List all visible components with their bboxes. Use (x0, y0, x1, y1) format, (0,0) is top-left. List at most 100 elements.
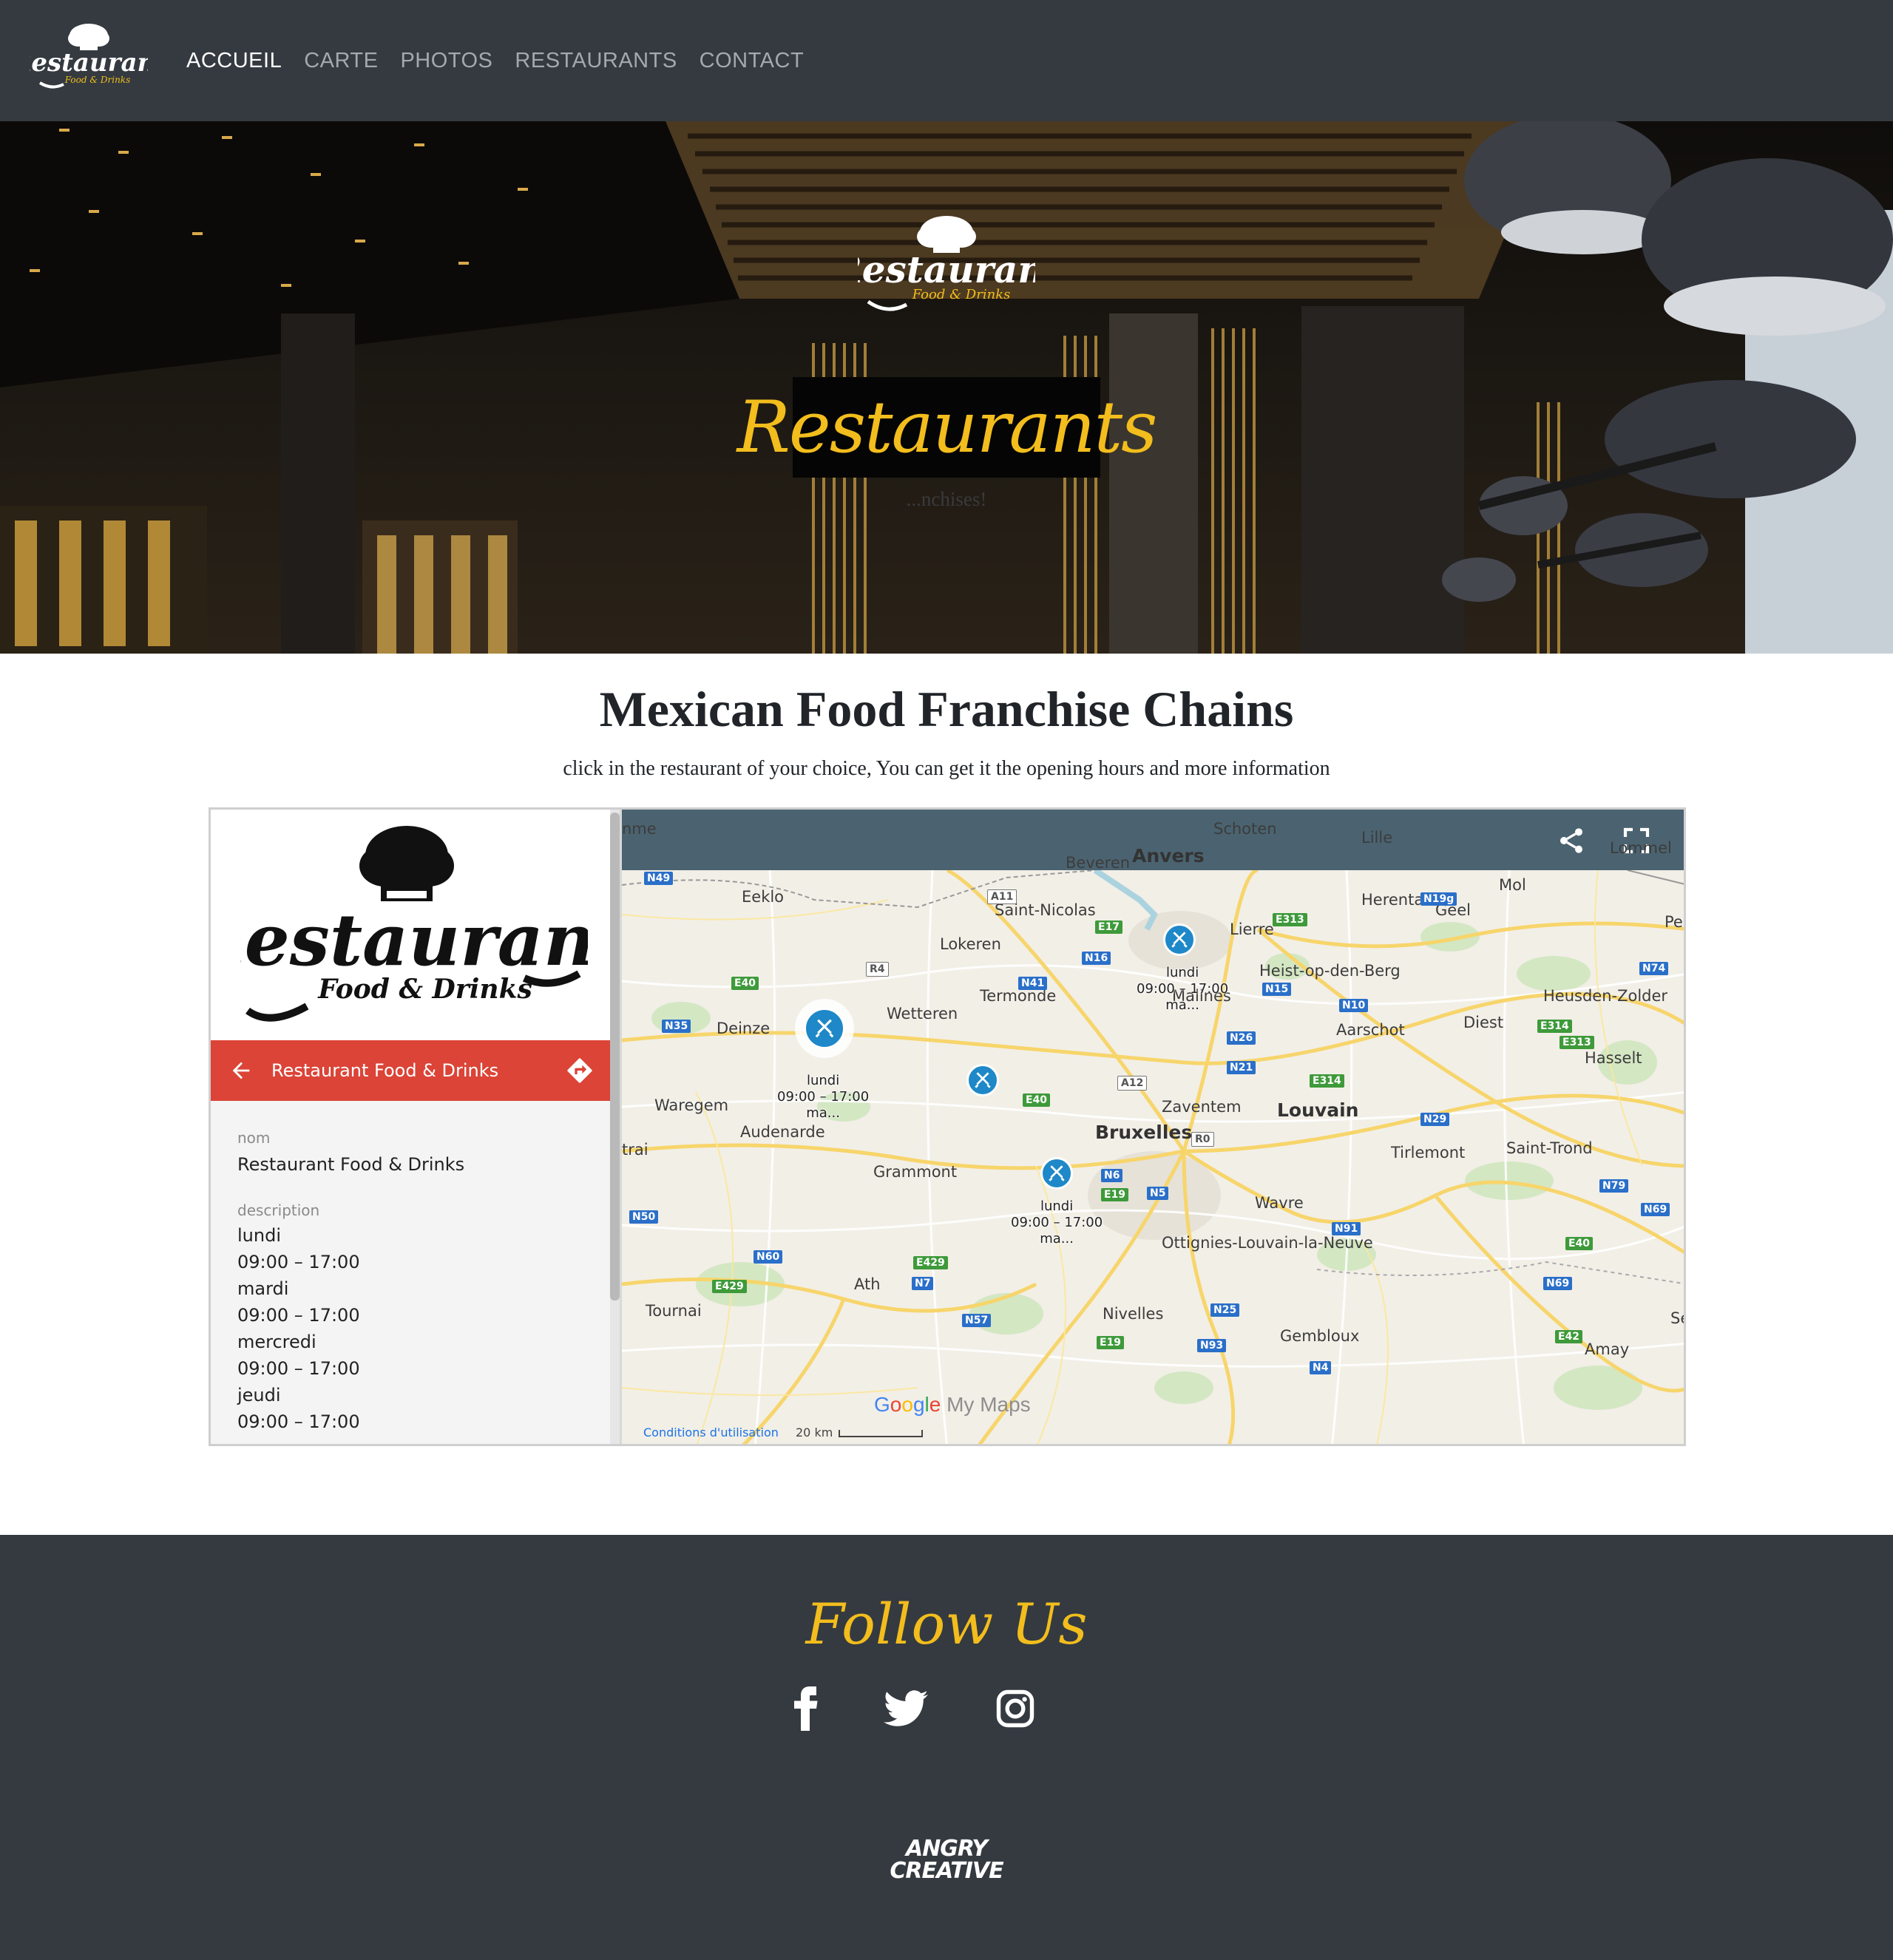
road-shield: N21 (1227, 1061, 1256, 1074)
restaurant-pin[interactable] (966, 1064, 999, 1096)
pin-hours: 09:00 – 17:00 (1011, 1215, 1103, 1230)
restaurant-logo-icon[interactable]: Restaurant Food & Drinks (30, 19, 148, 93)
road-shield: E429 (913, 1256, 948, 1269)
pin-label: lundi 09:00 – 17:00 ma... (777, 1073, 869, 1122)
description-line: mardi (237, 1278, 289, 1299)
description-line: jeudi (237, 1385, 281, 1405)
hero-subtitle: ...nchises! (906, 488, 987, 510)
nav-link-photos[interactable]: PHOTOS (400, 49, 492, 73)
road-shield: N25 (1210, 1303, 1240, 1317)
hero-title-box: Restaurants (737, 377, 1157, 478)
pin-day: lundi (1165, 965, 1199, 980)
road-shield: N26 (1227, 1031, 1256, 1045)
side-panel-logo-area: Restaurant Food & Drinks (211, 810, 610, 1040)
map-city-label: Lierre (1230, 920, 1274, 938)
road-shield: A12 (1117, 1076, 1148, 1091)
description-line: 09:00 – 17:00 (237, 1411, 360, 1432)
facebook-icon[interactable] (779, 1683, 831, 1735)
field-label-description: description (237, 1201, 320, 1219)
pin-label: lundi 09:00 – 17:00 ma... (1011, 1198, 1103, 1247)
description-line: 09:00 – 17:00 (237, 1252, 360, 1272)
map-city-label: Ath (854, 1275, 881, 1293)
page-footer: Follow Us ANGRY CREATIVE (0, 1535, 1893, 1960)
fork-knife-icon (1049, 1165, 1065, 1181)
map-city-label: Wavre (1255, 1194, 1304, 1212)
nav-link-accueil[interactable]: ACCUEIL (186, 49, 282, 73)
map-scale-label: 20 km (796, 1425, 833, 1440)
map-city-label: Aarschot (1336, 1021, 1405, 1039)
nav-links: ACCUEIL CARTE PHOTOS RESTAURANTS CONTACT (186, 0, 804, 121)
map-canvas[interactable]: nme Eeklo Beveren Anvers Schoten Lille L… (622, 810, 1684, 1444)
svg-text:Restaurant: Restaurant (858, 248, 1035, 291)
description-line: 09:00 – 17:00 (237, 1358, 360, 1379)
nav-link-carte[interactable]: CARTE (304, 49, 378, 73)
road-shield: E429 (712, 1280, 747, 1293)
road-shield: E314 (1310, 1074, 1344, 1088)
road-shield: N10 (1339, 999, 1369, 1012)
road-shield: E313 (1273, 913, 1307, 926)
map-city-label: Nivelles (1103, 1305, 1164, 1323)
description-line: lundi (237, 1225, 281, 1246)
nav-link-contact[interactable]: CONTACT (700, 49, 805, 73)
google-my-maps-logo: Google My Maps (874, 1393, 1031, 1416)
nav-link-restaurants[interactable]: RESTAURANTS (515, 49, 677, 73)
map-city-label: Anvers (1132, 845, 1205, 867)
road-shield: E40 (731, 977, 759, 990)
road-shield: N6 (1101, 1169, 1123, 1182)
road-shield: E17 (1095, 920, 1123, 934)
map-city-label: Heusden-Zolder (1543, 987, 1668, 1005)
page-heading: Mexican Food Franchise Chains (599, 681, 1294, 737)
map-city-label: Ottignies-Louvain-la-Neuve (1162, 1234, 1373, 1252)
map-city-label: Hasselt (1585, 1049, 1642, 1067)
side-panel-scrollbar-thumb[interactable] (610, 813, 620, 1301)
my-maps-text: My Maps (946, 1393, 1031, 1416)
instagram-icon[interactable] (989, 1683, 1041, 1735)
road-shield: N29 (1420, 1113, 1450, 1126)
fork-knife-icon (1171, 932, 1188, 948)
pin-more: ma... (1165, 997, 1199, 1013)
svg-text:CREATIVE: CREATIVE (890, 1858, 1004, 1884)
svg-text:Food & Drinks: Food & Drinks (317, 974, 532, 1005)
road-shield: N16 (1082, 952, 1111, 965)
pin-more: ma... (1040, 1231, 1074, 1247)
road-shield: A11 (987, 889, 1017, 904)
road-shield: N35 (662, 1020, 691, 1033)
field-label-nom: nom (237, 1129, 271, 1147)
map-city-label: Tirlemont (1391, 1144, 1466, 1162)
road-shield: E19 (1101, 1188, 1129, 1201)
road-shield: N79 (1599, 1179, 1629, 1193)
field-value-nom: Restaurant Food & Drinks (237, 1154, 465, 1175)
map-city-label: trai (622, 1141, 649, 1159)
road-shield: N69 (1641, 1203, 1670, 1216)
map-city-label: Saint-Trond (1506, 1139, 1593, 1157)
road-shield: N49 (644, 872, 674, 885)
description-line: 09:00 – 17:00 (237, 1305, 360, 1326)
map-city-label: Audenarde (740, 1123, 825, 1141)
restaurant-pin[interactable] (1163, 923, 1196, 956)
svg-text:Restaurant: Restaurant (240, 898, 588, 982)
map-city-label: Heist-op-den-Berg (1259, 962, 1401, 980)
map-city-label: Wetteren (887, 1005, 958, 1023)
map-city-label: Amay (1585, 1340, 1630, 1358)
directions-icon[interactable] (549, 1040, 610, 1101)
map-roads-layer (622, 870, 1684, 1444)
road-shield: N19g (1420, 892, 1457, 906)
fork-knife-icon (815, 1019, 834, 1038)
pin-label: lundi 09:00 – 17:00 ma... (1137, 965, 1228, 1014)
arrow-left-icon[interactable] (211, 1040, 271, 1101)
restaurant-pin[interactable] (1040, 1157, 1073, 1190)
twitter-icon[interactable] (880, 1683, 932, 1735)
map-city-label: Beveren (1066, 854, 1131, 872)
pin-more: ma... (806, 1105, 840, 1121)
svg-text:Food & Drinks: Food & Drinks (64, 75, 130, 85)
description-line: mercredi (237, 1332, 316, 1352)
map-city-label: Lille (1361, 829, 1393, 847)
pin-hours: 09:00 – 17:00 (777, 1089, 870, 1105)
terms-link[interactable]: Conditions d'utilisation (643, 1425, 779, 1440)
restaurant-pin[interactable] (804, 1008, 845, 1049)
road-shield: R4 (866, 962, 889, 977)
hero-title: Restaurants (736, 386, 1158, 469)
road-shield: R0 (1191, 1132, 1214, 1147)
pin-day: lundi (806, 1073, 840, 1088)
share-icon[interactable] (1557, 826, 1586, 855)
